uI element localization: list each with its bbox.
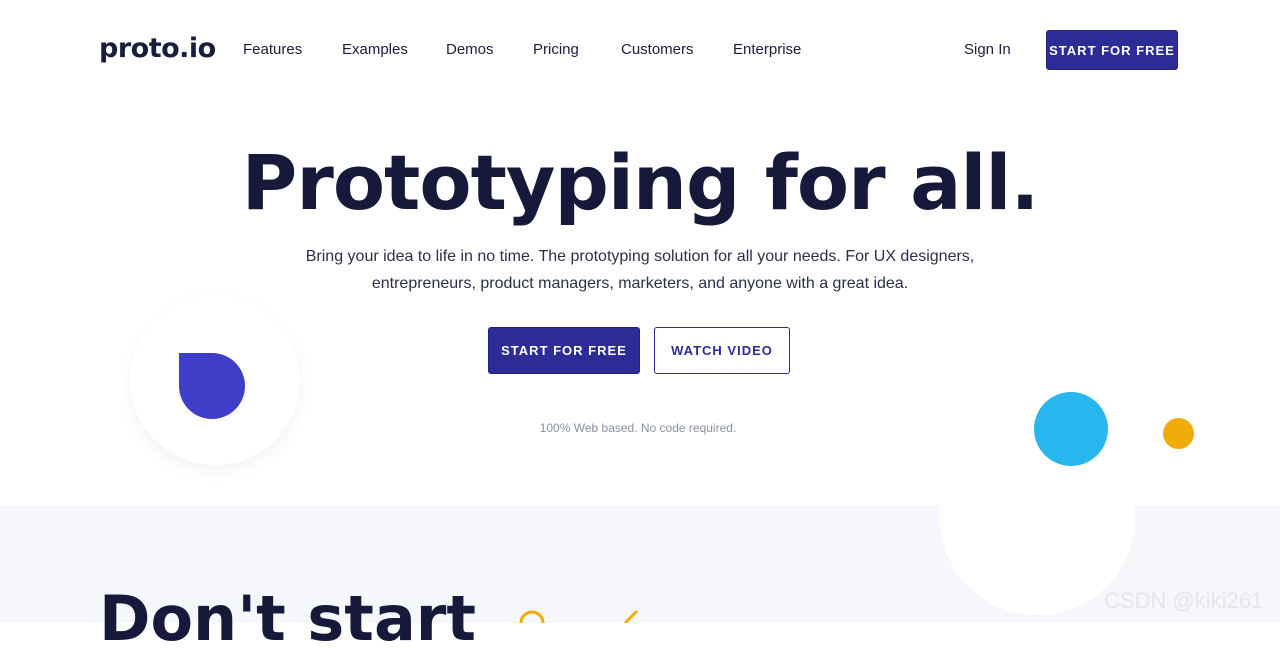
hero-start-free-button[interactable]: START FOR FREE bbox=[488, 327, 640, 374]
section-title: Don't start bbox=[99, 582, 476, 655]
decorative-drop-shape bbox=[179, 353, 245, 419]
decorative-line-icons bbox=[519, 609, 639, 623]
hero-title: Prototyping for all. bbox=[241, 138, 1040, 227]
nav-link-demos[interactable]: Demos bbox=[446, 41, 494, 58]
watch-video-button[interactable]: WATCH VIDEO bbox=[654, 327, 790, 374]
nav-start-free-button[interactable]: START FOR FREE bbox=[1046, 30, 1178, 70]
watermark-text: CSDN @kiki261 bbox=[1104, 588, 1264, 613]
logo[interactable]: proto.io bbox=[99, 33, 216, 64]
decorative-circle-white bbox=[940, 420, 1135, 615]
sign-in-link[interactable]: Sign In bbox=[964, 41, 1011, 58]
nav-link-pricing[interactable]: Pricing bbox=[533, 41, 579, 58]
hero-subtitle: Bring your idea to life in no time. The … bbox=[290, 243, 990, 297]
hero-note: 100% Web based. No code required. bbox=[539, 421, 737, 435]
nav-link-enterprise[interactable]: Enterprise bbox=[733, 41, 801, 58]
hero-subtitle-line-1: Bring your idea to life in no time. The … bbox=[305, 248, 975, 265]
nav-link-customers[interactable]: Customers bbox=[621, 41, 694, 58]
nav-link-examples[interactable]: Examples bbox=[342, 41, 408, 58]
hero-subtitle-line-2: entrepreneurs, product managers, markete… bbox=[371, 275, 909, 292]
nav-link-features[interactable]: Features bbox=[243, 41, 302, 58]
